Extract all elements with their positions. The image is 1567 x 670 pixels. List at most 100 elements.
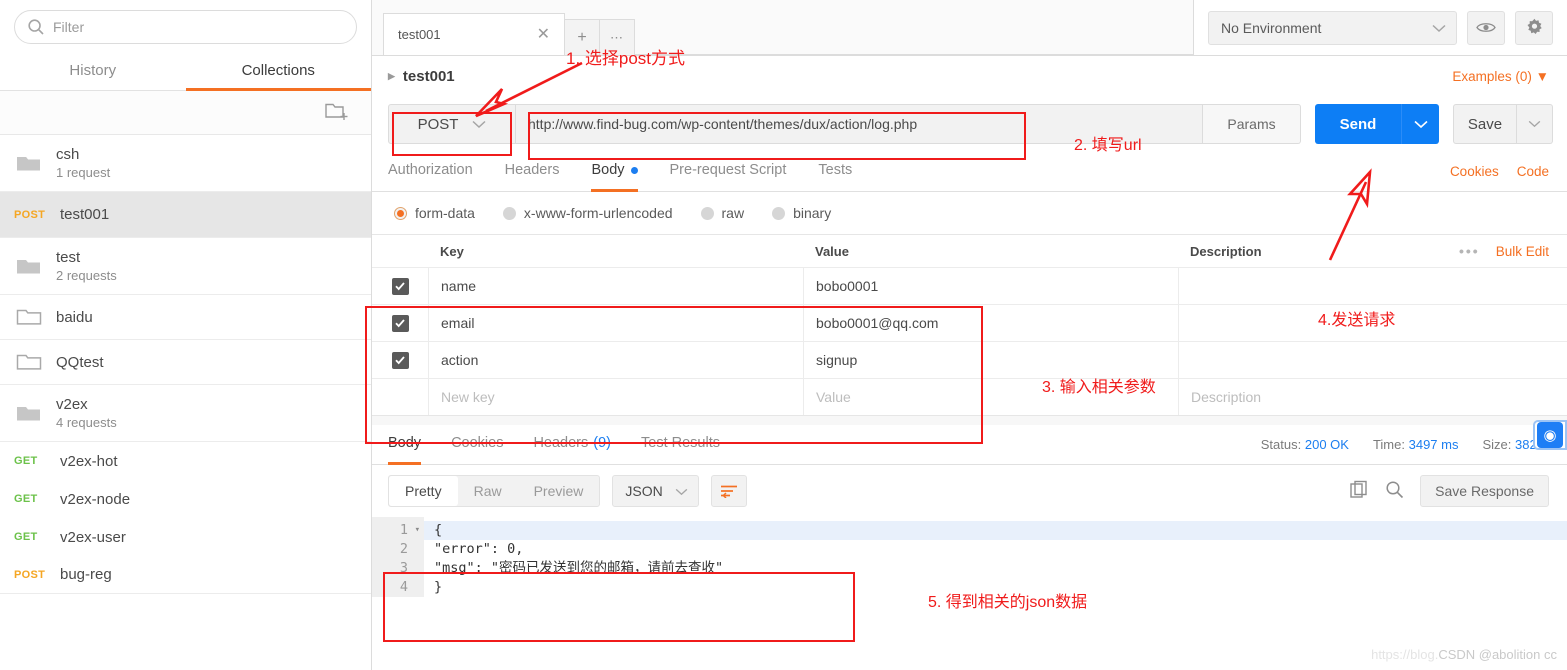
search-icon: [27, 18, 45, 36]
request-item-v2ex-user[interactable]: GET v2ex-user: [0, 518, 371, 556]
row-description[interactable]: [1178, 342, 1567, 378]
tab-collections[interactable]: Collections: [185, 52, 371, 91]
view-mode-preview[interactable]: Preview: [518, 476, 600, 506]
row-description[interactable]: [1178, 268, 1567, 304]
row-checkbox[interactable]: [372, 277, 428, 295]
cookies-link[interactable]: Cookies: [1450, 164, 1499, 179]
row-value[interactable]: bobo0001@qq.com: [803, 305, 1178, 341]
response-tabs: Body Cookies Headers (9) Test Results St…: [372, 425, 1567, 465]
tab-headers[interactable]: Headers: [505, 152, 560, 192]
collection-item-v2ex[interactable]: v2ex 4 requests: [0, 385, 371, 442]
bulk-edit-link[interactable]: Bulk Edit: [1496, 244, 1549, 259]
request-tab-test001[interactable]: test001 ✕: [383, 13, 565, 55]
view-mode-raw[interactable]: Raw: [458, 476, 518, 506]
search-input[interactable]: [14, 10, 357, 44]
radio-x-www-form-urlencoded[interactable]: x-www-form-urlencoded: [502, 205, 673, 221]
code-line: }: [434, 579, 443, 595]
collection-item-baidu[interactable]: baidu: [0, 295, 371, 340]
size-label: Size:: [1482, 437, 1512, 452]
row-checkbox[interactable]: [372, 314, 428, 332]
close-icon[interactable]: ✕: [535, 26, 552, 43]
table-new-row[interactable]: New key Value Description: [372, 378, 1567, 415]
collection-item-csh[interactable]: csh 1 request: [0, 135, 371, 192]
view-mode-pretty[interactable]: Pretty: [389, 476, 458, 506]
response-body-code[interactable]: 1 2 3 4 { "error": 0, "msg": "密码已发送到您的邮箱…: [372, 517, 1567, 597]
response-tab-test-results[interactable]: Test Results: [641, 425, 720, 465]
line-number[interactable]: 1: [372, 521, 420, 540]
collection-count: 4 requests: [56, 414, 117, 430]
radio-selected-icon: [394, 206, 407, 220]
tab-body[interactable]: Body: [591, 152, 638, 192]
row-key[interactable]: email: [428, 305, 803, 341]
ellipsis-icon[interactable]: ⋯: [599, 19, 635, 55]
save-button[interactable]: Save: [1453, 104, 1517, 144]
url-row: POST Params Send Save: [372, 96, 1567, 152]
params-button[interactable]: Params: [1203, 104, 1301, 144]
wrap-lines-icon[interactable]: [710, 475, 747, 507]
request-item-bug-reg[interactable]: POST bug-reg: [0, 556, 371, 594]
tab-pre-request-script[interactable]: Pre-request Script: [670, 152, 787, 192]
plus-icon[interactable]: +: [564, 19, 600, 55]
save-options-caret[interactable]: [1517, 104, 1553, 144]
folder-icon: [16, 352, 42, 372]
radio-form-data[interactable]: form-data: [394, 205, 475, 221]
eye-icon[interactable]: [1467, 10, 1505, 45]
tab-history[interactable]: History: [0, 52, 186, 91]
filter-text-field[interactable]: [53, 19, 344, 35]
row-key[interactable]: name: [428, 268, 803, 304]
collection-count: 2 requests: [56, 267, 117, 283]
url-input[interactable]: [516, 104, 1203, 144]
response-tab-body[interactable]: Body: [388, 425, 422, 465]
http-method-select[interactable]: POST: [388, 104, 516, 144]
response-format-select[interactable]: JSON: [612, 475, 699, 507]
row-description[interactable]: [1178, 305, 1567, 341]
radio-binary[interactable]: binary: [772, 205, 831, 221]
search-icon[interactable]: [1385, 480, 1404, 502]
collection-item-test[interactable]: test 2 requests: [0, 238, 371, 295]
collection-name: QQtest: [56, 353, 104, 371]
radio-raw-label: raw: [721, 205, 745, 221]
request-item-v2ex-node[interactable]: GET v2ex-node: [0, 480, 371, 518]
new-folder-icon[interactable]: [325, 101, 349, 124]
main-panel: test001 ✕ + ⋯ No Environment ▶ test001 E…: [372, 0, 1567, 670]
request-method-badge: GET: [14, 455, 38, 467]
postman-interceptor-badge-icon[interactable]: ◉: [1533, 420, 1567, 450]
send-button[interactable]: Send: [1315, 104, 1401, 144]
tab-tests[interactable]: Tests: [818, 152, 852, 192]
row-key[interactable]: action: [428, 342, 803, 378]
table-header-row: Key Value Description ••• Bulk Edit: [372, 235, 1567, 267]
request-item-v2ex-hot[interactable]: GET v2ex-hot: [0, 442, 371, 480]
code-link[interactable]: Code: [1517, 164, 1549, 179]
collection-text: csh 1 request: [56, 145, 110, 182]
table-row[interactable]: name bobo0001: [372, 267, 1567, 304]
new-row-description[interactable]: Description: [1178, 379, 1567, 415]
row-checkbox[interactable]: [372, 351, 428, 369]
send-options-caret[interactable]: [1401, 104, 1439, 144]
new-row-key[interactable]: New key: [428, 379, 803, 415]
environment-zone: No Environment: [1193, 0, 1567, 55]
table-row[interactable]: email bobo0001@qq.com: [372, 304, 1567, 341]
table-row[interactable]: action signup: [372, 341, 1567, 378]
radio-raw[interactable]: raw: [700, 205, 745, 221]
radio-urlencoded-label: x-www-form-urlencoded: [523, 205, 673, 221]
copy-icon[interactable]: [1350, 480, 1369, 502]
checkbox-checked-icon: [391, 351, 409, 369]
request-right-links: Cookies Code: [1450, 164, 1549, 179]
environment-select[interactable]: No Environment: [1208, 10, 1457, 45]
body-type-radios: form-data x-www-form-urlencoded raw bina…: [372, 192, 1567, 234]
radio-unselected-icon: [772, 206, 786, 220]
breadcrumb[interactable]: ▶ test001: [388, 68, 455, 85]
row-value[interactable]: bobo0001: [803, 268, 1178, 304]
header-description-label: Description: [1190, 243, 1262, 259]
row-value[interactable]: signup: [803, 342, 1178, 378]
collection-item-qqtest[interactable]: QQtest: [0, 340, 371, 385]
gear-icon[interactable]: [1515, 10, 1553, 45]
tab-authorization[interactable]: Authorization: [388, 152, 473, 192]
examples-link[interactable]: Examples (0) ▼: [1452, 69, 1549, 84]
save-response-button[interactable]: Save Response: [1420, 475, 1549, 507]
response-tab-headers[interactable]: Headers (9): [533, 425, 611, 465]
request-item-test001[interactable]: POST test001: [0, 192, 371, 238]
response-tab-cookies[interactable]: Cookies: [451, 425, 503, 465]
new-row-value[interactable]: Value: [803, 379, 1178, 415]
ellipsis-icon[interactable]: •••: [1459, 243, 1480, 259]
